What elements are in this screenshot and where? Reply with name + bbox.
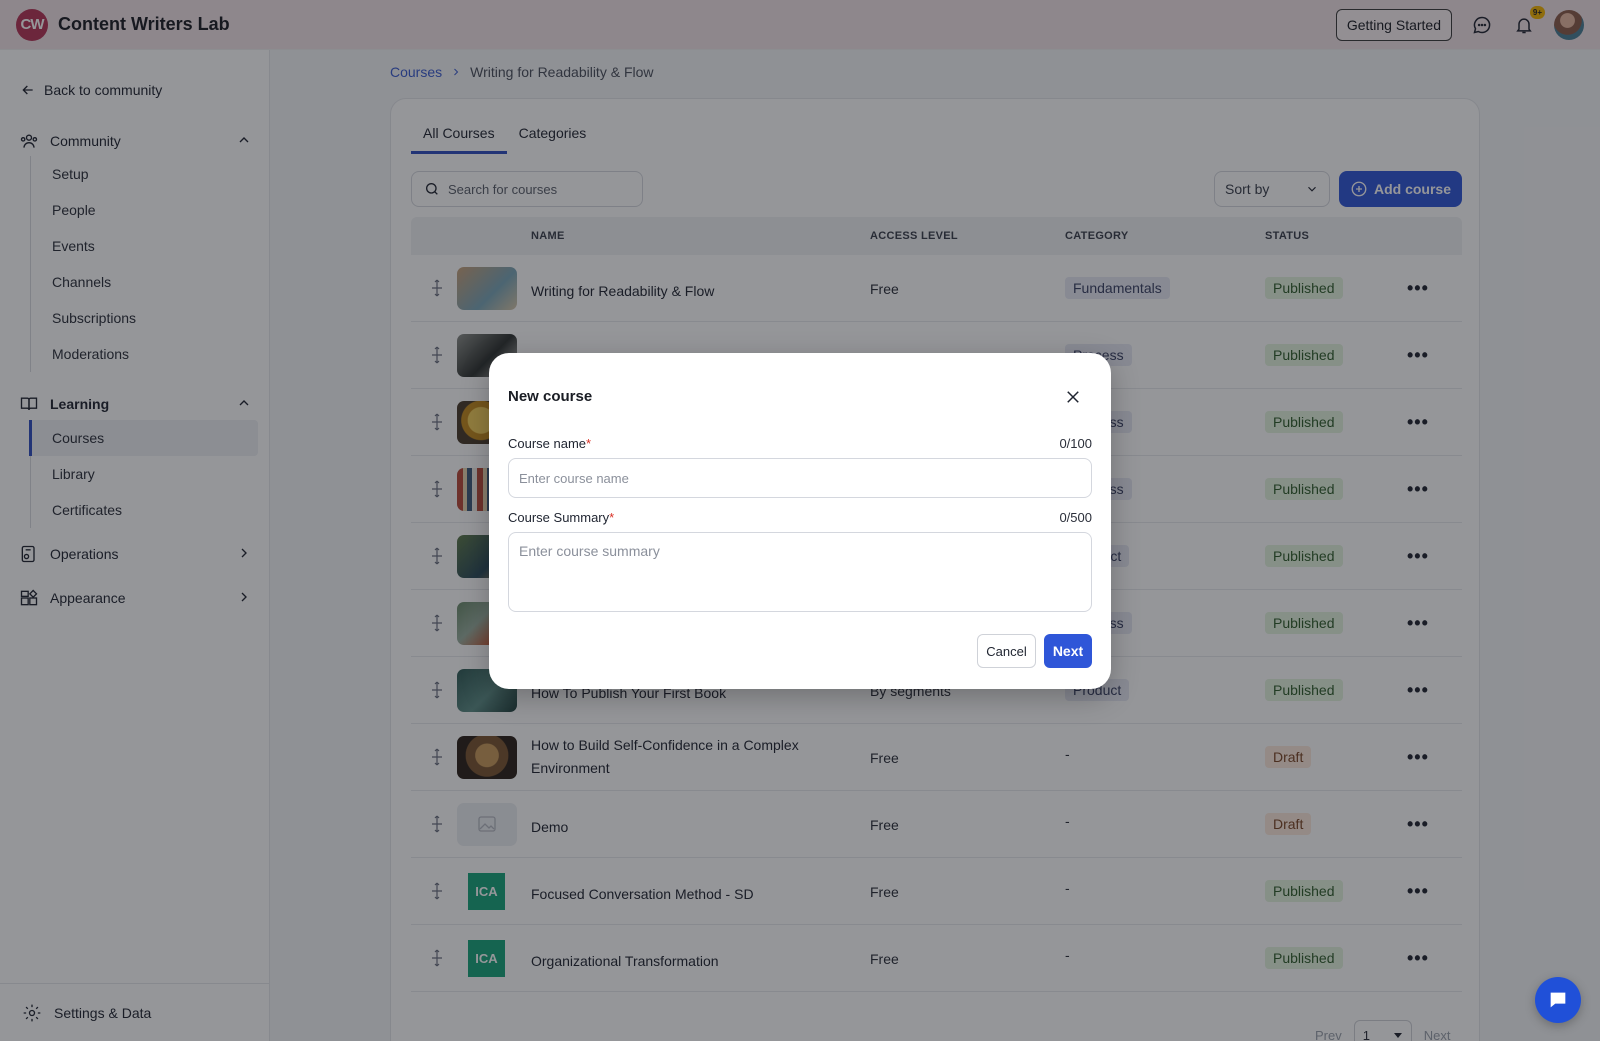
course-name-label-text: Course name [508, 436, 587, 451]
next-button[interactable]: Next [1044, 634, 1092, 668]
course-name-input[interactable] [508, 458, 1092, 498]
required-mark: * [609, 510, 615, 525]
chat-bubble-icon [1550, 992, 1566, 1008]
support-chat-button[interactable] [1535, 977, 1581, 1023]
modal-title: New course [508, 388, 593, 405]
cancel-button[interactable]: Cancel [977, 634, 1036, 668]
course-summary-label: Course Summary* [508, 510, 614, 525]
course-summary-input[interactable] [508, 532, 1092, 612]
close-icon[interactable] [1063, 387, 1083, 407]
course-name-label: Course name* [508, 436, 591, 451]
new-course-modal: New course Course name* 0/100 Course Sum… [489, 353, 1111, 689]
course-summary-count: 0/500 [1059, 510, 1092, 525]
course-name-count: 0/100 [1059, 436, 1092, 451]
course-summary-label-text: Course Summary [508, 510, 610, 525]
required-mark: * [586, 436, 592, 451]
